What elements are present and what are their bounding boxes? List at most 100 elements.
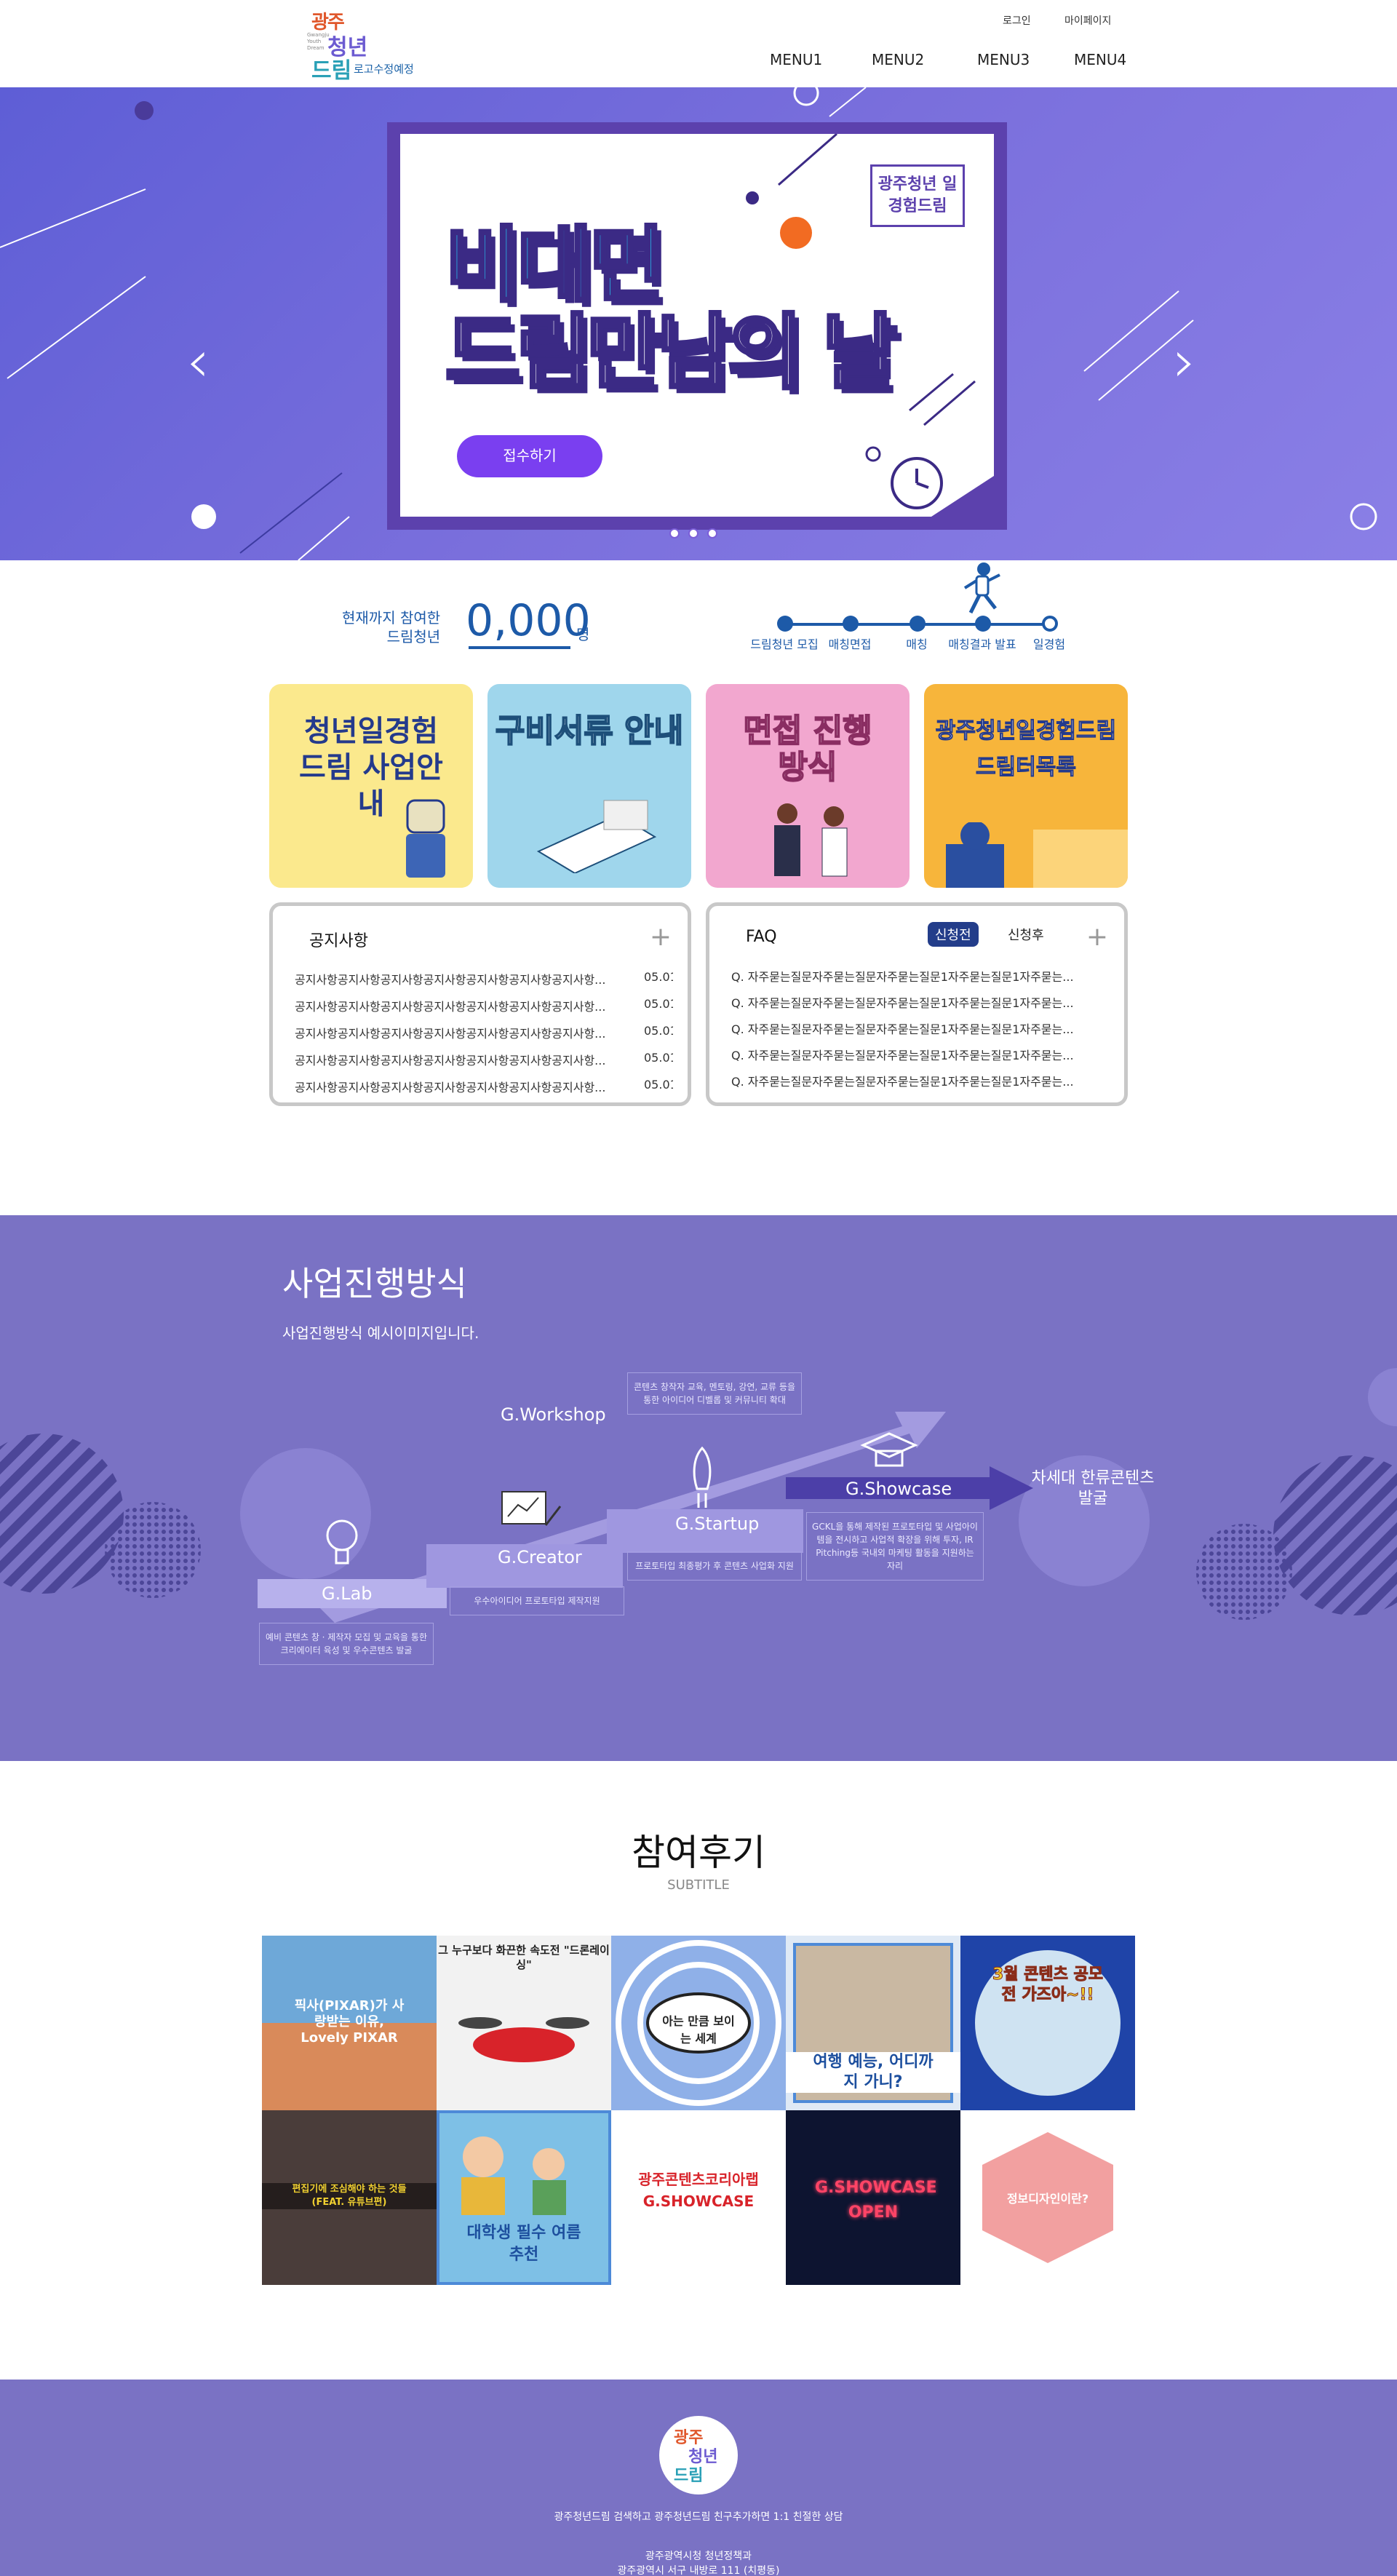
- reviews-subtitle: SUBTITLE: [667, 1877, 730, 1893]
- mascot-illustration-icon: [946, 822, 1128, 888]
- stage-g-startup-label: G.Startup: [675, 1514, 760, 1534]
- lightbulb-icon: [326, 1519, 358, 1565]
- tile-documents-guide[interactable]: 구비서류 안내: [487, 684, 691, 888]
- review-thumb-5[interactable]: 3월 콘텐츠 공모전 가즈아~!!: [960, 1936, 1135, 2110]
- stage-g-creator-desc: 우수아이디어 프로토타입 제작지원: [450, 1586, 624, 1615]
- faq-tab-before[interactable]: 신청전: [928, 922, 979, 947]
- step-label-2: 매칭면접: [828, 637, 872, 651]
- review-thumb-4[interactable]: 여행 예능, 어디까지 가니?: [786, 1936, 960, 2110]
- clock-icon: [891, 457, 943, 509]
- step-dot-4: [975, 616, 991, 632]
- site-footer: 광주 청년 드림 광주청년드림 검색하고 광주청년드림 친구추가하면 1:1 친…: [0, 2380, 1397, 2576]
- hero-slider: 비대면 드림만남의 날 광주청년 일경험드림 접수하기 ‹ ›: [0, 87, 1397, 560]
- review-thumb-6[interactable]: 편집기에 조심해야 하는 것들 (FEAT. 유튜브편): [262, 2110, 437, 2285]
- slider-prev-button[interactable]: ‹: [186, 327, 210, 395]
- footer-address: 광주광역시 서구 내방로 111 (치평동): [617, 2565, 780, 2576]
- nav-menu2[interactable]: MENU2: [872, 51, 924, 68]
- notice-item[interactable]: 공지사항공지사항공지사항공지사항공지사항공지사항공지사항... 05.01: [295, 997, 673, 1014]
- review-thumb-2[interactable]: 그 누구보다 화끈한 속도전 "드론레이싱": [437, 1936, 611, 2110]
- review-thumb-10[interactable]: 정보디자인이란?: [960, 2110, 1135, 2285]
- site-logo[interactable]: 광주 Gwangju Youth Dream 청년 드림 로고수정예정: [306, 7, 451, 84]
- page: 광주 Gwangju Youth Dream 청년 드림 로고수정예정 로그인 …: [0, 0, 1397, 2576]
- participant-count-number: 0,000: [466, 595, 591, 646]
- faq-more-button[interactable]: +: [1086, 922, 1108, 952]
- stage-g-showcase-desc: GCKL을 통해 제작된 프로토타입 및 사업아이템을 전시하고 사업적 확장을…: [806, 1512, 984, 1581]
- site-header: 광주 Gwangju Youth Dream 청년 드림 로고수정예정 로그인 …: [0, 0, 1397, 87]
- notice-item-text: 공지사항공지사항공지사항공지사항공지사항공지사항공지사항...: [295, 1054, 606, 1068]
- faq-item[interactable]: Q. 자주묻는질문자주묻는질문자주묻는질문1자주묻는질문1자주묻는...: [731, 1072, 1110, 1089]
- stage-g-startup-desc: 프로토타입 최종평가 후 콘텐츠 사업화 지원: [627, 1551, 802, 1581]
- notice-item-date: 05.01: [644, 997, 673, 1011]
- participant-count-unit: 명: [576, 626, 590, 643]
- review-thumb-1[interactable]: 픽사(PIXAR)가 사랑받는 이유, Lovely PIXAR: [262, 1936, 437, 2110]
- notice-item[interactable]: 공지사항공지사항공지사항공지사항공지사항공지사항공지사항... 05.01: [295, 970, 673, 987]
- footer-logo-text-3: 드림: [674, 2467, 704, 2485]
- notice-more-button[interactable]: +: [650, 922, 672, 952]
- nav-menu3[interactable]: MENU3: [977, 51, 1030, 68]
- faq-tab-after[interactable]: 신청후: [1008, 925, 1044, 944]
- notice-item-date: 05.01: [644, 1078, 673, 1092]
- interview-people-icon: [774, 803, 848, 877]
- footer-consult-text: 광주청년드림 검색하고 광주청년드림 친구추가하면 1:1 친절한 상담: [554, 2511, 843, 2523]
- laptop-illustration-icon: [536, 800, 657, 873]
- hero-title-line2: 드림만남의 날: [443, 304, 899, 402]
- step-label-4: 매칭결과 발표: [948, 637, 1016, 651]
- tile-company-list[interactable]: 광주청년일경험드림 드림터목록: [924, 684, 1128, 888]
- footer-logo: 광주 청년 드림: [659, 2416, 738, 2494]
- tile-business-guide[interactable]: 청년일경험드림 사업안내: [269, 684, 473, 888]
- participant-count-label-line1: 현재까지 참여한: [342, 609, 441, 627]
- step-dot-3: [910, 616, 926, 632]
- process-section: 사업진행방식 사업진행방식 예시이미지입니다. G.Lab G.Creator …: [0, 1215, 1397, 1761]
- review-caption-2: 그 누구보다 화끈한 속도전 "드론레이싱": [438, 1944, 610, 1971]
- stage-g-workshop-desc: 콘텐츠 창작자 교육, 멘토링, 강연, 교류 등을 통한 아이디어 디벨롭 및…: [627, 1372, 802, 1415]
- notice-item-text: 공지사항공지사항공지사항공지사항공지사항공지사항공지사항...: [295, 1081, 606, 1094]
- participant-count-label-line2: 드림청년: [386, 628, 441, 645]
- review-caption-7: 대학생 필수 여름 추천: [466, 2224, 581, 2264]
- review-caption-5: 3월 콘텐츠 공모전 가즈아~!!: [992, 1965, 1104, 2005]
- review-thumb-7[interactable]: 대학생 필수 여름 추천: [437, 2110, 611, 2285]
- notice-item-date: 05.01: [644, 1051, 673, 1065]
- nav-menu1[interactable]: MENU1: [770, 51, 822, 68]
- step-label-1: 드림청년 모집: [750, 637, 819, 651]
- notice-title: 공지사항: [309, 932, 368, 950]
- step-label-5: 일경험: [1032, 637, 1066, 651]
- notice-item-text: 공지사항공지사항공지사항공지사항공지사항공지사항공지사항...: [295, 973, 606, 987]
- slider-dot-3[interactable]: [707, 528, 717, 538]
- review-thumb-8[interactable]: 광주콘텐츠코리아랩 G.SHOWCASE: [611, 2110, 786, 2285]
- logo-subtext: 로고수정예정: [354, 63, 414, 76]
- slider-pagination: [669, 528, 717, 538]
- login-link[interactable]: 로그인: [1003, 13, 1031, 28]
- hero-card: 비대면 드림만남의 날 광주청년 일경험드림 접수하기: [400, 134, 994, 517]
- nav-menu4[interactable]: MENU4: [1074, 51, 1126, 68]
- review-caption-3: 아는 만큼 보이는 세계: [662, 2014, 735, 2046]
- step-dot-1: [777, 616, 793, 632]
- footer-org: 광주광역시청 청년정책과: [645, 2551, 752, 2562]
- faq-item[interactable]: Q. 자주묻는질문자주묻는질문자주묻는질문1자주묻는질문1자주묻는...: [731, 967, 1110, 985]
- mypage-link[interactable]: 마이페이지: [1064, 13, 1111, 28]
- notice-item-date: 05.01: [644, 1024, 673, 1038]
- review-thumb-3[interactable]: 아는 만큼 보이는 세계: [611, 1936, 786, 2110]
- faq-title: FAQ: [746, 928, 777, 946]
- faq-item[interactable]: Q. 자주묻는질문자주묻는질문자주묻는질문1자주묻는질문1자주묻는...: [731, 1019, 1110, 1037]
- step-dot-5: [1042, 616, 1058, 632]
- notice-item[interactable]: 공지사항공지사항공지사항공지사항공지사항공지사항공지사항... 05.01: [295, 1024, 673, 1041]
- step-label-3: 매칭: [906, 637, 928, 651]
- notice-item-text: 공지사항공지사항공지사항공지사항공지사항공지사항공지사항...: [295, 1000, 606, 1014]
- step-dot-2: [843, 616, 859, 632]
- slider-next-button[interactable]: ›: [1173, 327, 1196, 395]
- notice-item[interactable]: 공지사항공지사항공지사항공지사항공지사항공지사항공지사항... 05.01: [295, 1078, 673, 1095]
- slider-dot-1[interactable]: [669, 528, 680, 538]
- review-caption-1: 픽사(PIXAR)가 사랑받는 이유, Lovely PIXAR: [294, 1998, 405, 2046]
- tile-documents-guide-title: 구비서류 안내: [495, 712, 684, 750]
- apply-button[interactable]: 접수하기: [457, 435, 602, 477]
- tile-interview-guide[interactable]: 면접 진행방식: [706, 684, 910, 888]
- graduation-cap-icon: [860, 1432, 918, 1467]
- slider-dot-2[interactable]: [688, 528, 698, 538]
- stage-g-showcase-label: G.Showcase: [845, 1479, 952, 1499]
- notice-item[interactable]: 공지사항공지사항공지사항공지사항공지사항공지사항공지사항... 05.01: [295, 1051, 673, 1068]
- review-thumb-9[interactable]: G.SHOWCASE OPEN: [786, 2110, 960, 2285]
- review-caption-4: 여행 예능, 어디까지 가니?: [786, 2052, 960, 2093]
- faq-item[interactable]: Q. 자주묻는질문자주묻는질문자주묻는질문1자주묻는질문1자주묻는...: [731, 993, 1110, 1011]
- faq-item[interactable]: Q. 자주묻는질문자주묻는질문자주묻는질문1자주묻는질문1자주묻는...: [731, 1046, 1110, 1063]
- logo-text-dream: 드림: [311, 58, 352, 84]
